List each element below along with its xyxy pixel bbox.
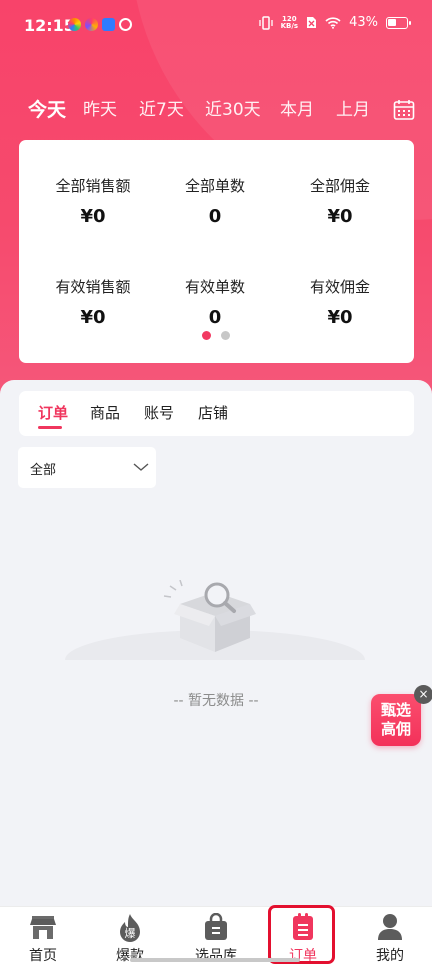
stat-label: 全部单数: [184, 177, 245, 195]
date-tab-last-month[interactable]: 上月: [336, 96, 370, 124]
date-tab-this-month[interactable]: 本月: [280, 96, 314, 124]
badge-line-1: 甄选: [380, 701, 411, 719]
content-panel: 订单 商品 账号 店铺 全部 -- 暂无数据 --: [0, 380, 432, 906]
stat-label: 全部销售额: [55, 177, 131, 195]
stat-value: 0: [208, 307, 222, 328]
date-tab-last-30-days[interactable]: 近30天: [205, 96, 261, 124]
badge-line-2: 高佣: [380, 720, 411, 738]
store-icon: [30, 916, 56, 939]
content-tabs: 订单 商品 账号 店铺: [19, 391, 414, 436]
stat-label: 有效单数: [184, 278, 245, 296]
nav-item-home[interactable]: 首页: [8, 907, 78, 964]
nav-item-mine[interactable]: 我的: [355, 907, 425, 964]
status-right: 120 KB/s 43%: [258, 15, 411, 30]
battery-icon: [386, 16, 411, 29]
empty-box-illustration: [60, 580, 370, 690]
nav-item-hot[interactable]: 爆 爆款: [95, 907, 165, 964]
bottom-navigation: 首页 爆 爆款 选品库 订单 我的: [0, 906, 432, 964]
stat-total-commission: 全部佣金 ¥0: [274, 176, 406, 228]
stat-valid-orders: 有效单数 0: [149, 277, 281, 329]
flame-icon: 爆: [120, 914, 140, 942]
app-notification-icon: [119, 18, 132, 31]
date-tab-yesterday[interactable]: 昨天: [83, 96, 117, 124]
close-icon[interactable]: ×: [414, 685, 432, 704]
net-speed-unit: KB/s: [280, 21, 299, 30]
calendar-icon[interactable]: [393, 99, 415, 121]
home-indicator[interactable]: [130, 958, 300, 962]
stat-total-sales: 全部销售额 ¥0: [27, 176, 159, 228]
empty-state-text: -- 暂无数据 --: [173, 693, 259, 709]
premium-commission-badge[interactable]: 甄选 高佣: [371, 694, 421, 746]
stat-value: ¥0: [327, 206, 353, 227]
sim-off-icon: [307, 17, 317, 28]
nav-item-product-library[interactable]: 选品库: [181, 907, 251, 964]
vibrate-icon: [258, 15, 273, 30]
filter-selected-value: 全部: [30, 463, 57, 478]
notification-icons: [68, 18, 132, 31]
date-tab-today[interactable]: 今天: [28, 96, 66, 124]
stat-value: ¥0: [327, 307, 353, 328]
stats-card: 全部销售额 ¥0 全部单数 0 全部佣金 ¥0 有效销售额 ¥0 有效单数 0 …: [19, 140, 414, 363]
page-dot-active[interactable]: [202, 331, 211, 340]
date-tab-last-7-days[interactable]: 近7天: [139, 96, 184, 124]
wifi-icon: [325, 17, 341, 29]
date-range-tabs: 今天 昨天 近7天 近30天 本月 上月: [0, 96, 432, 126]
bag-icon: [205, 913, 227, 940]
page-dot[interactable]: [221, 331, 230, 340]
person-icon: [378, 914, 402, 940]
nav-label: 首页: [29, 948, 57, 964]
net-speed: 120 KB/s: [280, 15, 299, 30]
app-notification-icon: [68, 18, 81, 31]
chevron-down-icon: [133, 463, 149, 471]
flame-icon-text: 爆: [125, 926, 136, 940]
battery-level: 43%: [349, 15, 378, 30]
stat-label: 有效销售额: [55, 278, 131, 296]
orders-tab-highlight-box: [268, 905, 335, 964]
stat-total-orders: 全部单数 0: [149, 176, 281, 228]
active-tab-underline: [38, 426, 62, 429]
stat-label: 有效佣金: [309, 278, 370, 296]
status-bar: 12:15 120 KB/s 43%: [0, 0, 432, 52]
tab-shops[interactable]: 店铺: [198, 403, 228, 423]
stat-label: 全部佣金: [309, 177, 370, 195]
app-notification-icon: [85, 18, 98, 31]
stat-value: ¥0: [80, 307, 106, 328]
stat-value: 0: [208, 206, 222, 227]
page-indicator: [202, 331, 230, 340]
tab-products[interactable]: 商品: [90, 403, 120, 423]
tab-orders[interactable]: 订单: [38, 403, 68, 423]
status-filter-select[interactable]: 全部: [18, 447, 156, 488]
stat-valid-sales: 有效销售额 ¥0: [27, 277, 159, 329]
tab-accounts[interactable]: 账号: [144, 403, 174, 423]
stat-valid-commission: 有效佣金 ¥0: [274, 277, 406, 329]
stat-value: ¥0: [80, 206, 106, 227]
nav-label: 我的: [376, 948, 404, 964]
app-notification-icon: [102, 18, 115, 31]
